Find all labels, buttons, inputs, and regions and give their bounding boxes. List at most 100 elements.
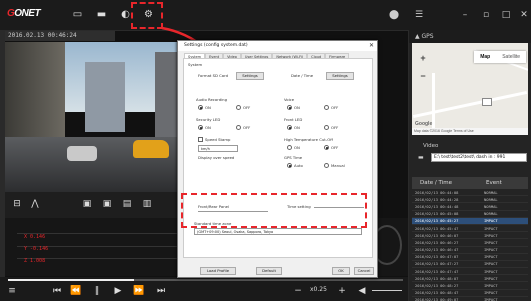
map-tab[interactable]: Map	[474, 51, 496, 63]
map-attribution[interactable]: Map data ©2016 Google Terms of Use	[412, 128, 528, 135]
next-file-icon[interactable]: ⏭	[155, 285, 167, 297]
row-date: 2016/02/13 00:48:27	[415, 283, 459, 289]
play-icon[interactable]: ▶	[112, 285, 124, 297]
table-row[interactable]: 2016/02/13 00:44:28 NORMAL	[412, 196, 528, 204]
folder-icon[interactable]: ▬	[95, 9, 108, 20]
speed-stamp-checkbox[interactable]	[198, 137, 203, 142]
table-row[interactable]: 2016/02/13 00:49:07 IMPACT	[412, 297, 528, 301]
security-led-on-radio[interactable]	[198, 125, 203, 130]
seek-bar[interactable]	[8, 279, 403, 281]
fast-forward-icon[interactable]: ⏩	[133, 285, 145, 297]
pause-icon[interactable]: ‖	[91, 285, 103, 297]
volume-icon[interactable]: ◀	[356, 285, 368, 297]
timezone-select[interactable]: (GMT+09:00) Seoul, Osaka, Sapporo, Tokyo	[194, 228, 362, 235]
zoom-out-button[interactable]: −	[418, 71, 428, 81]
row-event: NORMAL	[484, 196, 498, 202]
map-road	[432, 73, 435, 135]
speed-stamp-label: Speed Stamp	[205, 137, 231, 142]
table-header: Date / Time Event	[412, 177, 528, 189]
table-row[interactable]: 2016/02/13 00:45:08 NORMAL	[412, 211, 528, 218]
audio-off-radio[interactable]	[236, 105, 241, 110]
volume-slider[interactable]	[372, 290, 402, 291]
table-row[interactable]: 2016/02/13 00:46:27 IMPACT	[412, 239, 528, 247]
table-row[interactable]: 2016/02/13 00:48:07 IMPACT	[412, 275, 528, 283]
cancel-button[interactable]: Cancel	[354, 267, 374, 275]
chart-icon[interactable]: ▥	[141, 198, 153, 210]
table-row[interactable]: 2016/02/13 00:48:47 IMPACT	[412, 290, 528, 297]
table-row[interactable]: 2016/02/13 00:45:27 IMPACT	[412, 217, 528, 225]
row-event: IMPACT	[484, 232, 498, 238]
table-row[interactable]: 2016/02/13 00:45:47 IMPACT	[412, 225, 528, 233]
row-date: 2016/02/13 00:45:47	[415, 225, 459, 231]
voice-on-radio[interactable]	[287, 105, 292, 110]
table-row[interactable]: 2016/02/13 00:48:27 IMPACT	[412, 282, 528, 290]
restore-icon[interactable]: ▫	[480, 9, 492, 21]
high-temp-off-radio[interactable]	[324, 145, 329, 150]
map-type-tabs: Map Satellite	[474, 51, 526, 63]
minimize-icon[interactable]: –	[459, 9, 471, 21]
ok-button[interactable]: OK	[332, 267, 350, 275]
maximize-icon[interactable]: □	[500, 9, 512, 21]
folder-icon[interactable]: ▬	[418, 154, 424, 161]
split-view-icon[interactable]: ⊟	[11, 198, 23, 210]
col-date[interactable]: Date / Time	[412, 180, 480, 186]
security-led-off-radio[interactable]	[236, 125, 241, 130]
close-icon[interactable]: ✕	[518, 9, 530, 21]
location-pin-icon[interactable]: ⬤	[388, 9, 400, 21]
speed-up-icon[interactable]: +	[336, 285, 348, 297]
high-temp-on-radio[interactable]	[287, 145, 292, 150]
date-time-settings-button[interactable]: Settings	[326, 72, 354, 80]
table-row[interactable]: 2016/02/13 00:46:47 IMPACT	[412, 247, 528, 254]
list-icon[interactable]: ☰	[413, 9, 425, 21]
format-settings-button[interactable]: Settings	[236, 72, 264, 80]
speed-unit-select[interactable]: km/h	[198, 145, 238, 152]
folder-path-input[interactable]: E:\ test\test2\test\ dash in : 991	[431, 153, 527, 162]
row-event: NORMAL	[484, 211, 498, 217]
default-button[interactable]: Default	[256, 267, 282, 275]
row-date: 2016/02/13 00:44:48	[415, 203, 459, 209]
voice-off-label: OFF	[331, 105, 339, 110]
table-row[interactable]: 2016/02/13 00:47:47 IMPACT	[412, 268, 528, 276]
front-led-on-radio[interactable]	[287, 125, 292, 130]
previous-file-icon[interactable]: ⏮	[51, 285, 63, 297]
gps-map[interactable]: Map Satellite + − Google Map data ©2016 …	[412, 43, 528, 135]
row-event: NORMAL	[484, 203, 498, 209]
dialog-close-icon[interactable]: ✕	[369, 42, 374, 49]
rewind-icon[interactable]: ⏪	[70, 285, 82, 297]
row-event: IMPACT	[484, 239, 498, 245]
load-profile-button[interactable]: Load Profile	[200, 267, 236, 275]
table-row[interactable]: 2016/02/13 00:46:07 IMPACT	[412, 232, 528, 240]
playback-speed: x0.25	[310, 286, 327, 293]
snapshot-icon[interactable]: ▤	[121, 198, 133, 210]
row-date: 2016/02/13 00:46:27	[415, 239, 459, 245]
map-marker[interactable]	[482, 98, 492, 106]
zoom-in-button[interactable]: +	[418, 53, 428, 63]
row-date: 2016/02/13 00:47:47	[415, 268, 459, 274]
gps-manual-radio[interactable]	[324, 163, 329, 168]
security-led-off-label: OFF	[243, 125, 251, 130]
gps-auto-radio[interactable]	[287, 163, 292, 168]
row-date: 2016/02/13 00:45:08	[415, 211, 459, 217]
seek-progress	[8, 279, 135, 281]
rear-camera-icon[interactable]: ▣	[101, 198, 113, 210]
row-date: 2016/02/13 00:49:07	[415, 297, 459, 301]
gps-auto-label: Auto	[294, 163, 303, 168]
front-led-off-radio[interactable]	[324, 125, 329, 130]
row-event: IMPACT	[484, 254, 498, 260]
speed-down-icon[interactable]: −	[292, 285, 304, 297]
timezone-highlight	[181, 193, 367, 228]
table-row[interactable]: 2016/02/13 00:47:07 IMPACT	[412, 254, 528, 261]
front-camera-icon[interactable]: ▣	[81, 198, 93, 210]
table-row[interactable]: 2016/02/13 00:44:48 NORMAL	[412, 203, 528, 211]
satellite-tab[interactable]: Satellite	[496, 51, 526, 63]
security-led-on-label: ON	[205, 125, 211, 130]
table-row[interactable]: 2016/02/13 00:47:27 IMPACT	[412, 261, 528, 269]
settings-highlight	[131, 2, 163, 29]
table-row[interactable]: 2016/02/13 00:44:08 NORMAL	[412, 189, 528, 197]
audio-on-radio[interactable]	[198, 105, 203, 110]
voice-off-radio[interactable]	[324, 105, 329, 110]
menu-icon[interactable]: ≡	[6, 285, 18, 297]
col-event[interactable]: Event	[480, 180, 528, 186]
flip-icon[interactable]: ⋀	[29, 198, 41, 210]
monitor-icon[interactable]: ▭	[71, 9, 84, 20]
